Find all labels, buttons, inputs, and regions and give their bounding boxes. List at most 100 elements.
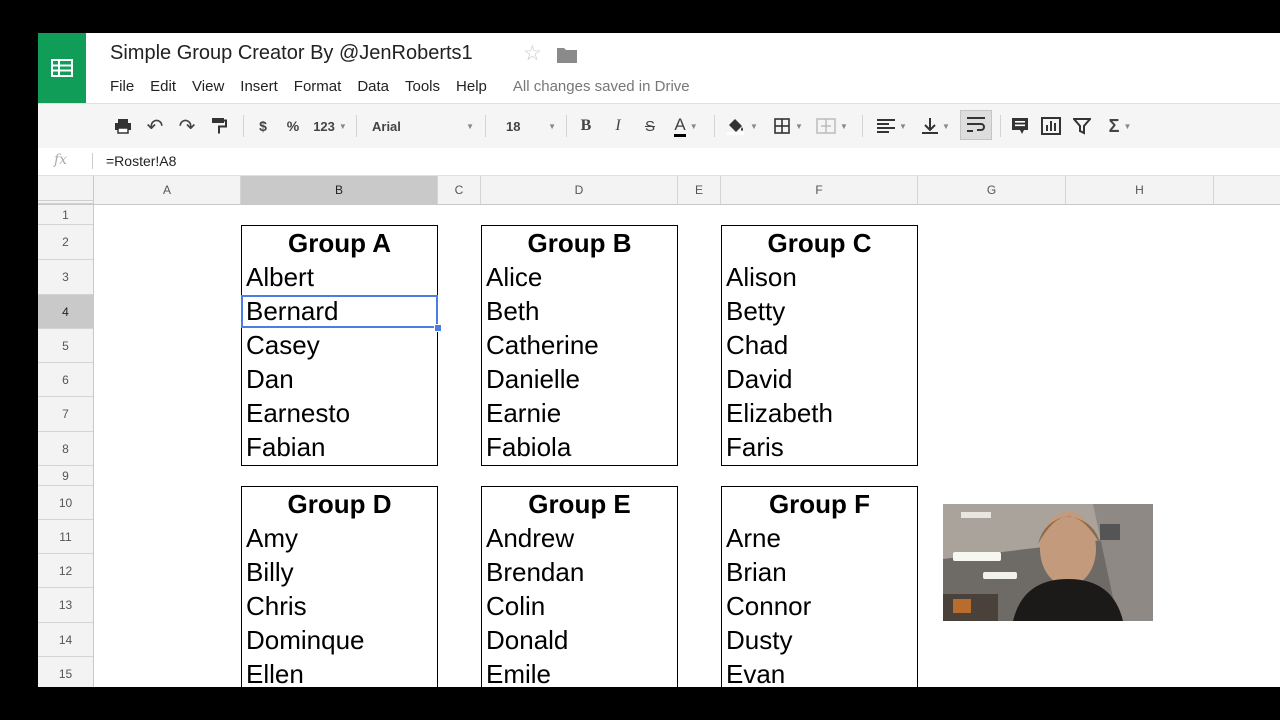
more-formats-button[interactable]: 123 ▼	[312, 104, 348, 148]
row-header-8[interactable]: 8	[38, 432, 93, 466]
filter-icon[interactable]	[1070, 104, 1094, 148]
row-header-2[interactable]: 2	[38, 225, 93, 260]
member-cell[interactable]: Andrew	[482, 521, 677, 555]
member-cell[interactable]: Chad	[722, 328, 917, 362]
currency-format-button[interactable]: $	[254, 104, 272, 148]
borders-button[interactable]: ▼	[770, 104, 806, 148]
paint-format-icon[interactable]	[208, 104, 230, 148]
text-wrap-button[interactable]	[960, 110, 992, 140]
member-cell[interactable]: Ellen	[242, 657, 437, 687]
member-cell[interactable]: Danielle	[482, 362, 677, 396]
fill-handle[interactable]	[434, 324, 442, 332]
menu-file[interactable]: File	[110, 78, 134, 95]
italic-button[interactable]: I	[608, 104, 628, 148]
column-header-c[interactable]: C	[438, 176, 481, 204]
bold-button[interactable]: B	[576, 104, 596, 148]
sheets-logo-icon[interactable]	[38, 33, 86, 103]
menu-view[interactable]: View	[192, 78, 224, 95]
column-header-f[interactable]: F	[721, 176, 918, 204]
menu-data[interactable]: Data	[357, 78, 389, 95]
insert-comment-icon[interactable]	[1008, 104, 1032, 148]
menu-edit[interactable]: Edit	[150, 78, 176, 95]
row-header-7[interactable]: 7	[38, 397, 93, 432]
member-cell[interactable]: Casey	[242, 328, 437, 362]
undo-icon[interactable]: ↶	[144, 104, 166, 148]
member-cell[interactable]: Chris	[242, 589, 437, 623]
group-title[interactable]: Group A	[242, 226, 437, 260]
group-title[interactable]: Group D	[242, 487, 437, 521]
row-header-9[interactable]: 9	[38, 466, 93, 486]
member-cell[interactable]: Alice	[482, 260, 677, 294]
vertical-align-button[interactable]: ▼	[916, 104, 956, 148]
row-header-4[interactable]: 4	[38, 295, 93, 329]
redo-icon[interactable]: ↷	[176, 104, 198, 148]
member-cell[interactable]: Faris	[722, 430, 917, 464]
star-icon[interactable]: ☆	[523, 41, 542, 66]
member-cell[interactable]: Betty	[722, 294, 917, 328]
column-header-e[interactable]: E	[678, 176, 721, 204]
document-title[interactable]: Simple Group Creator By @JenRoberts1	[110, 42, 473, 65]
font-size-select[interactable]: 18 ▼	[496, 104, 556, 148]
insert-chart-icon[interactable]	[1038, 104, 1064, 148]
row-header-12[interactable]: 12	[38, 554, 93, 588]
member-cell[interactable]: Brendan	[482, 555, 677, 589]
member-cell[interactable]: Connor	[722, 589, 917, 623]
row-header-5[interactable]: 5	[38, 329, 93, 363]
save-status[interactable]: All changes saved in Drive	[513, 78, 690, 95]
row-header-15[interactable]: 15	[38, 657, 93, 687]
member-cell[interactable]: Billy	[242, 555, 437, 589]
column-header-a[interactable]: A	[94, 176, 241, 204]
member-cell[interactable]: Dominque	[242, 623, 437, 657]
member-cell[interactable]: Earnesto	[242, 396, 437, 430]
member-cell[interactable]: Beth	[482, 294, 677, 328]
group-title[interactable]: Group E	[482, 487, 677, 521]
select-all-corner[interactable]	[38, 176, 94, 204]
column-header-g[interactable]: G	[918, 176, 1066, 204]
text-color-button[interactable]: A ▼	[666, 104, 706, 148]
row-header-11[interactable]: 11	[38, 520, 93, 554]
selected-cell[interactable]	[241, 295, 438, 328]
group-title[interactable]: Group B	[482, 226, 677, 260]
strikethrough-button[interactable]: S	[640, 104, 660, 148]
fill-color-button[interactable]: ▼	[724, 104, 760, 148]
row-header-6[interactable]: 6	[38, 363, 93, 397]
member-cell[interactable]: Amy	[242, 521, 437, 555]
font-family-select[interactable]: Arial ▼	[366, 104, 474, 148]
member-cell[interactable]: David	[722, 362, 917, 396]
member-cell[interactable]: Elizabeth	[722, 396, 917, 430]
functions-button[interactable]: Σ ▼	[1100, 104, 1140, 148]
menu-help[interactable]: Help	[456, 78, 487, 95]
member-cell[interactable]: Dusty	[722, 623, 917, 657]
print-icon[interactable]	[112, 104, 134, 148]
member-cell[interactable]: Emile	[482, 657, 677, 687]
formula-input[interactable]: =Roster!A8	[106, 153, 176, 169]
row-header-13[interactable]: 13	[38, 588, 93, 623]
row-header-10[interactable]: 10	[38, 486, 93, 520]
menu-format[interactable]: Format	[294, 78, 342, 95]
merge-cells-button[interactable]: ▼	[812, 104, 852, 148]
group-title[interactable]: Group F	[722, 487, 917, 521]
percent-format-button[interactable]: %	[284, 104, 302, 148]
column-header-b[interactable]: B	[241, 176, 438, 204]
member-cell[interactable]: Alison	[722, 260, 917, 294]
member-cell[interactable]: Donald	[482, 623, 677, 657]
member-cell[interactable]: Dan	[242, 362, 437, 396]
member-cell[interactable]: Albert	[242, 260, 437, 294]
horizontal-align-button[interactable]: ▼	[872, 104, 912, 148]
member-cell[interactable]: Brian	[722, 555, 917, 589]
member-cell[interactable]: Evan	[722, 657, 917, 687]
menu-insert[interactable]: Insert	[240, 78, 278, 95]
column-header-d[interactable]: D	[481, 176, 678, 204]
row-header-1[interactable]: 1	[38, 205, 93, 225]
row-header-3[interactable]: 3	[38, 260, 93, 295]
member-cell[interactable]: Arne	[722, 521, 917, 555]
column-header-h[interactable]: H	[1066, 176, 1214, 204]
member-cell[interactable]: Fabian	[242, 430, 437, 464]
member-cell[interactable]: Colin	[482, 589, 677, 623]
menu-tools[interactable]: Tools	[405, 78, 440, 95]
group-title[interactable]: Group C	[722, 226, 917, 260]
member-cell[interactable]: Fabiola	[482, 430, 677, 464]
member-cell[interactable]: Earnie	[482, 396, 677, 430]
member-cell[interactable]: Catherine	[482, 328, 677, 362]
row-header-14[interactable]: 14	[38, 623, 93, 657]
